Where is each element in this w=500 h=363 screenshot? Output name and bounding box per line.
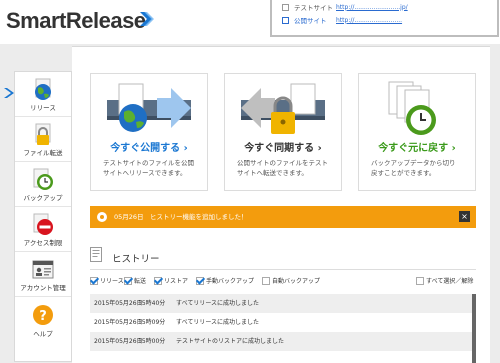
restore-desc-line: 戻すことができます。 bbox=[371, 169, 436, 177]
app-logo[interactable]: SmartRelease bbox=[6, 8, 146, 34]
site-row-public[interactable]: 公開サイト http://......................... bbox=[282, 14, 402, 26]
history-time: 15時00分 bbox=[138, 338, 166, 345]
notification-close-button[interactable]: × bbox=[459, 211, 470, 222]
release-now-title[interactable]: 今すぐ公開する › bbox=[91, 139, 207, 154]
site-selector: テストサイト http://........................jp… bbox=[270, 0, 499, 37]
notification-text: 05月26日 ヒストリー機能を追加しました！ bbox=[114, 213, 248, 221]
history-row: 2015年05月26日 15時09分 すべてリリースに成功しました bbox=[90, 313, 476, 332]
sidebar-item-backup[interactable]: バックアップ bbox=[15, 162, 71, 207]
history-message: テストサイトのリストアに成功しました bbox=[176, 338, 285, 345]
sidebar-label: アクセス制限 bbox=[23, 239, 63, 247]
filter-restore-checkbox[interactable] bbox=[154, 276, 162, 285]
restore-now-title[interactable]: 今すぐ元に戻す › bbox=[359, 139, 475, 154]
logo-arrow-icon bbox=[140, 12, 154, 26]
sync-desc-line: 公開サイトのファイルをテスト bbox=[237, 159, 328, 167]
select-all-label: すべて選択／解除 bbox=[426, 278, 474, 285]
test-site-label: テストサイト bbox=[294, 4, 333, 12]
sidebar-item-file-transfer[interactable]: ファイル転送 bbox=[15, 117, 71, 162]
restore-desc-line: バックアップデータから切り bbox=[371, 159, 456, 167]
sidebar-label: リリース bbox=[30, 104, 56, 112]
sync-now-desc: 公開サイトのファイルをテスト サイトへ転送できます。 bbox=[237, 158, 333, 178]
history-time: 15時09分 bbox=[138, 319, 166, 326]
test-site-checkbox[interactable] bbox=[282, 3, 289, 11]
filter-transfer-checkbox[interactable] bbox=[124, 276, 132, 285]
filter-label: リストア bbox=[164, 278, 189, 285]
lock-icon bbox=[35, 123, 51, 145]
sync-now-title[interactable]: 今すぐ同期する › bbox=[225, 139, 341, 154]
sidebar: リリース ファイル転送 バックアップ アクセス制限 アカウント管理 ? ヘルプ bbox=[14, 71, 72, 362]
filter-label: 手動バックアップ bbox=[206, 278, 255, 285]
sidebar-label: ファイル転送 bbox=[23, 149, 63, 157]
filter-label: 転送 bbox=[134, 278, 147, 285]
history-date: 2015年05月26日 bbox=[94, 319, 143, 326]
sidebar-item-release[interactable]: リリース bbox=[15, 72, 71, 117]
sync-now-card[interactable]: 今すぐ同期する › 公開サイトのファイルをテスト サイトへ転送できます。 bbox=[224, 73, 342, 191]
sidebar-item-access-restriction[interactable]: アクセス制限 bbox=[15, 207, 71, 252]
sidebar-label: アカウント管理 bbox=[20, 284, 66, 292]
gear-icon bbox=[97, 212, 107, 222]
release-desc-line: サイトへリリースできます。 bbox=[103, 169, 187, 177]
restore-illustration-icon bbox=[388, 81, 436, 135]
filter-transfer[interactable]: 転送 bbox=[124, 276, 146, 285]
history-scrollbar[interactable] bbox=[472, 294, 476, 363]
history-time: 15時40分 bbox=[138, 300, 166, 307]
sidebar-label: ヘルプ bbox=[33, 330, 53, 338]
history-row: 2015年05月26日 15時00分 テストサイトのリストアに成功しました bbox=[90, 332, 476, 351]
history-document-icon bbox=[90, 247, 102, 262]
filter-restore[interactable]: リストア bbox=[154, 276, 188, 285]
release-now-desc: テストサイトのファイルを公開 サイトへリリースできます。 bbox=[103, 158, 199, 178]
release-now-card[interactable]: 今すぐ公開する › テストサイトのファイルを公開 サイトへリリースできます。 bbox=[90, 73, 208, 191]
select-all-toggle[interactable]: すべて選択／解除 bbox=[416, 276, 473, 285]
history-date: 2015年05月26日 bbox=[94, 338, 143, 345]
notification-banner: 05月26日 ヒストリー機能を追加しました！ × bbox=[90, 206, 476, 228]
account-icon bbox=[32, 260, 54, 279]
release-illustration-icon bbox=[107, 83, 191, 132]
no-entry-icon bbox=[33, 213, 53, 235]
release-desc-line: テストサイトのファイルを公開 bbox=[103, 159, 194, 167]
filter-label: 自動バックアップ bbox=[272, 278, 321, 285]
history-title: ヒストリー bbox=[112, 254, 160, 265]
filter-auto-backup-checkbox[interactable] bbox=[262, 276, 270, 285]
filter-release[interactable]: リリース bbox=[90, 276, 124, 285]
svg-text:?: ? bbox=[39, 309, 47, 324]
select-all-checkbox[interactable] bbox=[416, 276, 424, 285]
public-site-label: 公開サイト bbox=[294, 17, 327, 25]
history-divider bbox=[90, 269, 476, 270]
filter-label: リリース bbox=[100, 278, 124, 285]
globe-icon bbox=[35, 78, 51, 100]
public-site-url[interactable]: http://......................... bbox=[336, 17, 402, 24]
filter-manual-backup[interactable]: 手動バックアップ bbox=[196, 276, 254, 285]
history-row: 2015年05月26日 15時40分 すべてリリースに成功しました bbox=[90, 294, 476, 313]
filter-auto-backup[interactable]: 自動バックアップ bbox=[262, 276, 320, 285]
header: SmartRelease テストサイト http://.............… bbox=[0, 0, 500, 44]
filter-manual-backup-checkbox[interactable] bbox=[196, 276, 204, 285]
sidebar-item-help[interactable]: ? ヘルプ bbox=[15, 297, 71, 342]
sidebar-item-account[interactable]: アカウント管理 bbox=[15, 252, 71, 297]
site-row-test[interactable]: テストサイト http://........................jp… bbox=[282, 1, 408, 13]
main-panel: 今すぐ公開する › テストサイトのファイルを公開 サイトへリリースできます。 今… bbox=[72, 46, 490, 363]
history-message: すべてリリースに成功しました bbox=[176, 319, 260, 326]
clock-icon bbox=[33, 168, 53, 190]
test-site-url[interactable]: http://........................jp/ bbox=[336, 4, 408, 11]
sync-desc-line: サイトへ転送できます。 bbox=[237, 169, 308, 177]
restore-now-desc: バックアップデータから切り 戻すことができます。 bbox=[371, 158, 467, 178]
help-icon: ? bbox=[33, 305, 53, 325]
filter-release-checkbox[interactable] bbox=[90, 276, 98, 285]
sync-illustration-icon bbox=[241, 83, 325, 134]
public-site-checkbox[interactable] bbox=[282, 16, 289, 24]
restore-now-card[interactable]: 今すぐ元に戻す › バックアップデータから切り 戻すことができます。 bbox=[358, 73, 476, 191]
history-message: すべてリリースに成功しました bbox=[176, 300, 260, 307]
sidebar-label: バックアップ bbox=[23, 194, 63, 202]
history-date: 2015年05月26日 bbox=[94, 300, 143, 307]
